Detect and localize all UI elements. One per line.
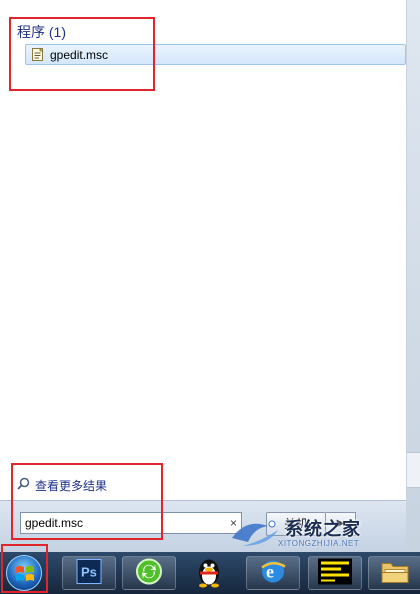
photoshop-icon: Ps: [76, 559, 102, 588]
search-input[interactable]: [25, 515, 215, 531]
folder-icon: [380, 559, 410, 588]
see-more-results-label: 查看更多结果: [35, 479, 108, 493]
program-result-label: gpedit.msc: [50, 48, 109, 62]
taskbar-360-browser-button[interactable]: [122, 556, 176, 590]
penguin-icon: [195, 556, 223, 591]
windows-logo-icon: [16, 566, 34, 581]
taskbar: Ps e: [0, 552, 420, 594]
menu-right-panel-edge: [407, 0, 420, 552]
search-icon: [17, 477, 30, 493]
green-refresh-icon: [135, 558, 163, 589]
taskbar-photoshop-button[interactable]: Ps: [62, 556, 116, 590]
right-panel-cap: [407, 452, 420, 488]
taskbar-explorer-button[interactable]: [368, 556, 420, 590]
search-box[interactable]: ×: [20, 512, 242, 534]
clear-search-icon[interactable]: ×: [230, 516, 237, 530]
taskbar-qq-button[interactable]: [182, 556, 236, 590]
svg-text:Ps: Ps: [81, 565, 97, 580]
ie-icon: e: [259, 558, 287, 589]
program-result-gpedit[interactable]: gpedit.msc: [25, 44, 406, 65]
start-button[interactable]: [6, 555, 42, 591]
document-icon: [31, 47, 45, 65]
shutdown-options-button[interactable]: ▶: [326, 512, 356, 536]
yellow-lines-icon: [318, 558, 352, 588]
start-menu: 程序 (1) gpedit.msc 查看更多结果: [0, 0, 407, 552]
taskbar-ie-button[interactable]: e: [246, 556, 300, 590]
programs-section-header: 程序 (1): [17, 24, 66, 40]
taskbar-notes-button[interactable]: [308, 556, 362, 590]
shutdown-button[interactable]: 关机: [266, 512, 326, 536]
